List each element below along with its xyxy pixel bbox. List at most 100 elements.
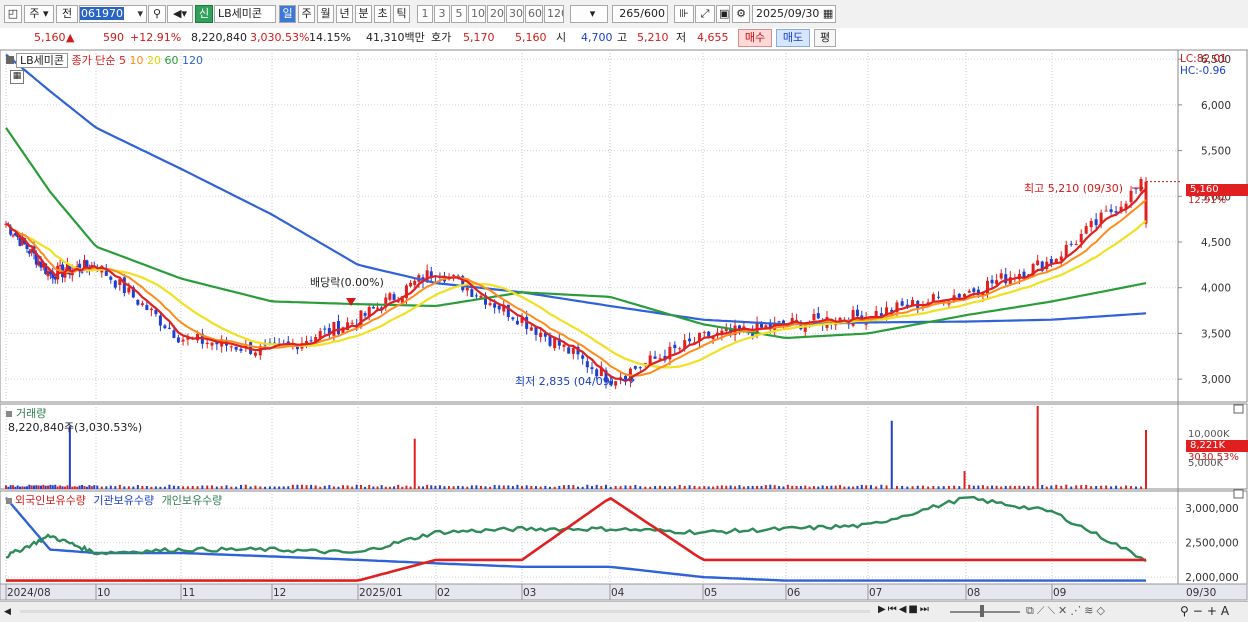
line-icon[interactable]: ⟋ xyxy=(1037,604,1048,617)
plus-icon[interactable]: + xyxy=(1207,604,1221,618)
volume-bar xyxy=(742,486,745,489)
interval-button-60[interactable]: 60 xyxy=(525,5,543,23)
period-tab-0[interactable]: 일 xyxy=(279,5,296,23)
even-button[interactable]: 평 xyxy=(814,29,836,47)
price-panel-title[interactable]: LB세미콘 xyxy=(16,53,69,68)
quote-bar: 5,160 ▲ 590 +12.91% 8,220,840 3,030.53% … xyxy=(0,28,1248,50)
date-field[interactable]: 2025/09/30 ▦ xyxy=(752,5,836,23)
volume-bar xyxy=(109,485,112,489)
volume-bar xyxy=(880,484,883,489)
period-tab-3[interactable]: 년 xyxy=(336,5,353,23)
holdings-tick-label: 2,500,000 xyxy=(1185,538,1238,550)
draw-tool-icon[interactable]: ⤢ xyxy=(695,5,715,23)
candle xyxy=(493,303,497,308)
stop-icon[interactable]: ■ xyxy=(908,604,919,615)
volume-bar xyxy=(66,485,69,489)
volume-bar xyxy=(397,484,400,489)
volume-bar xyxy=(577,486,579,489)
volume-bar xyxy=(1045,486,1048,489)
volume-bar xyxy=(359,485,362,489)
last-pct-tag: 12.91% xyxy=(1188,195,1227,206)
volume-bar xyxy=(916,485,919,489)
forward-icon[interactable]: ⏭ xyxy=(920,604,931,615)
volume-bar xyxy=(21,486,24,489)
save-icon[interactable]: ▣ xyxy=(716,5,730,23)
cross-icon[interactable]: ✕ xyxy=(1058,604,1070,617)
scroll-left-icon[interactable]: ◀ xyxy=(4,605,16,619)
candle xyxy=(855,309,859,317)
search-icon[interactable]: ⚲ xyxy=(1180,604,1193,618)
interval-button-1[interactable]: 1 xyxy=(417,5,433,23)
scrollbar-track[interactable] xyxy=(20,610,870,613)
volume-bar xyxy=(1070,486,1073,489)
zoom-tools[interactable]: ⚲−+A xyxy=(1180,604,1233,618)
interval-button-120[interactable]: 120 xyxy=(544,5,564,23)
market-select[interactable]: 주 ▾ xyxy=(24,5,54,23)
candle xyxy=(1069,243,1073,245)
volume-bar xyxy=(738,485,741,489)
shape-icon[interactable]: ◇ xyxy=(1096,604,1107,617)
candle-type-icon[interactable]: ⊪ xyxy=(674,5,694,23)
panel-close-icon xyxy=(1233,489,1244,499)
interval-button-30[interactable]: 30 xyxy=(506,5,524,23)
volume-bar xyxy=(1075,485,1078,489)
volume-bar xyxy=(88,485,91,489)
gear-icon[interactable]: ⚙ xyxy=(732,5,750,23)
buy-button[interactable]: 매수 xyxy=(738,29,772,47)
interval-button-3[interactable]: 3 xyxy=(434,5,450,23)
candle xyxy=(176,337,180,343)
sell-button[interactable]: 매도 xyxy=(776,29,810,47)
volume-bar xyxy=(586,484,589,489)
channel-icon[interactable]: ⋰ xyxy=(1070,604,1084,617)
stock-name-field[interactable]: LB세미콘 xyxy=(214,5,276,23)
new-badge[interactable]: 신 xyxy=(195,5,213,23)
stock-chart[interactable]: 2024/08 10 11 12 2025/01 02 03 04 05 06 07 08 09 09/3… xyxy=(0,49,1248,601)
font-size-icon[interactable]: A xyxy=(1221,604,1233,618)
calculator-icon[interactable]: ▦ xyxy=(10,70,24,84)
volume-bar xyxy=(875,486,878,489)
interval-button-20[interactable]: 20 xyxy=(487,5,505,23)
period-tab-6[interactable]: 틱 xyxy=(393,5,410,23)
volume-bar xyxy=(413,438,416,489)
chart-area[interactable]: 2024/08 10 11 12 2025/01 02 03 04 05 06 07 08 09 09/3… xyxy=(0,49,1248,601)
trend-icon[interactable]: ⟍ xyxy=(1047,604,1058,617)
volume-bar xyxy=(26,486,28,489)
chevron-down-icon[interactable]: ▾ xyxy=(136,6,144,22)
count-field[interactable]: 265/600 xyxy=(612,5,668,23)
draw-tools[interactable]: ⧉⟋⟍✕⋰≋◇ xyxy=(1026,604,1108,618)
back-icon[interactable]: ◀ xyxy=(899,604,909,615)
volume-bar xyxy=(211,485,214,489)
candle xyxy=(127,287,131,293)
minus-icon[interactable]: − xyxy=(1193,604,1207,618)
volume-bar xyxy=(380,485,383,489)
play-icon[interactable]: ▶ xyxy=(878,604,888,615)
search-icon[interactable]: ⚲ xyxy=(148,5,166,23)
copy-icon[interactable]: ⧉ xyxy=(1026,604,1037,617)
speaker-icon[interactable]: ◀▾ xyxy=(167,5,193,23)
candle xyxy=(388,293,392,300)
fib-icon[interactable]: ≋ xyxy=(1084,604,1096,617)
rewind-icon[interactable]: ⏮ xyxy=(888,604,899,615)
custom-interval-select[interactable]: ▾ xyxy=(570,5,608,23)
period-tab-5[interactable]: 초 xyxy=(374,5,391,23)
interval-button-5[interactable]: 5 xyxy=(451,5,467,23)
candle xyxy=(465,287,469,291)
zoom-slider[interactable] xyxy=(950,611,1020,613)
y-tick-label: 5,500 xyxy=(1201,146,1231,158)
calendar-icon[interactable]: ▦ xyxy=(823,7,833,20)
menu-icon[interactable]: ◰ xyxy=(4,5,22,23)
volume-bar xyxy=(409,486,412,489)
volume-bar xyxy=(1041,484,1044,489)
candle xyxy=(363,313,367,316)
zoom-slider-thumb[interactable] xyxy=(980,605,984,617)
period-tab-1[interactable]: 주 xyxy=(298,5,315,23)
period-tab-4[interactable]: 분 xyxy=(355,5,372,23)
period-tab-2[interactable]: 월 xyxy=(317,5,334,23)
x-tick-label: 09 xyxy=(1053,587,1066,599)
volume-bar xyxy=(337,486,340,489)
interval-button-10[interactable]: 10 xyxy=(468,5,486,23)
prev-button[interactable]: 전 xyxy=(56,5,78,23)
playback-controls[interactable]: ▶⏮◀■⏭ xyxy=(878,604,931,615)
candle xyxy=(474,295,478,297)
code-input[interactable]: 061970 ▾ xyxy=(79,5,147,23)
